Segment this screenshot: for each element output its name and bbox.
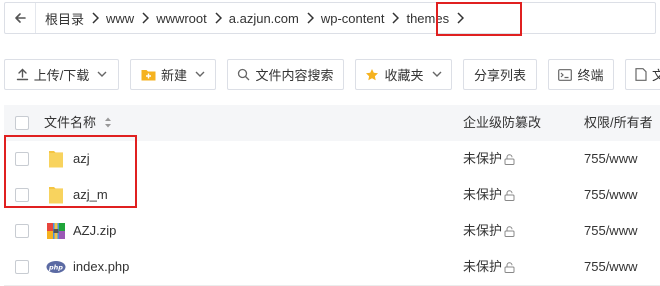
terminal-label: 终端: [577, 68, 604, 83]
protection-status[interactable]: 未保护: [463, 213, 515, 249]
breadcrumb-item-domain[interactable]: a.azjun.com: [225, 11, 303, 26]
chevron-right-icon: [303, 3, 317, 33]
folder-icon: [49, 187, 63, 204]
breadcrumb: 根目录 www wwwroot a.azjun.com wp-content t…: [4, 2, 656, 34]
column-header-protection: 企业级防篡改: [463, 115, 542, 130]
row-checkbox[interactable]: [15, 152, 29, 166]
favorites-label: 收藏夹: [384, 68, 424, 83]
lock-icon: [504, 225, 515, 237]
file-name[interactable]: AZJ.zip: [73, 213, 116, 249]
php-file-icon: php: [46, 261, 66, 273]
protection-status[interactable]: 未保护: [463, 249, 515, 285]
lock-icon: [504, 261, 515, 273]
terminal-icon: [558, 68, 573, 81]
table-row[interactable]: AZJ.zip 未保护 755/www: [4, 213, 660, 250]
table-row[interactable]: azj 未保护 755/www: [4, 141, 660, 178]
favorites-button[interactable]: 收藏夹: [355, 59, 452, 90]
protection-status[interactable]: 未保护: [463, 177, 515, 213]
select-all-checkbox[interactable]: [15, 116, 29, 130]
upload-download-button[interactable]: 上传/下载: [4, 59, 119, 90]
breadcrumb-item-www[interactable]: www: [102, 11, 138, 26]
breadcrumb-item-wp-content[interactable]: wp-content: [317, 11, 389, 26]
breadcrumb-item-root[interactable]: 根目录: [41, 9, 88, 28]
new-label: 新建: [160, 68, 187, 83]
file-name[interactable]: index.php: [73, 249, 129, 285]
chevron-down-icon: [432, 71, 442, 78]
permission-owner[interactable]: 755/www: [584, 213, 637, 249]
permission-owner[interactable]: 755/www: [584, 249, 637, 285]
chevron-down-icon: [195, 71, 205, 78]
column-header-permission: 权限/所有者: [584, 115, 653, 130]
back-button[interactable]: [5, 3, 36, 33]
more-button[interactable]: 文: [625, 59, 660, 90]
upload-download-label: 上传/下载: [33, 68, 90, 83]
share-list-button[interactable]: 分享列表: [463, 59, 537, 90]
chevron-right-icon: [211, 3, 225, 33]
new-folder-icon: [141, 68, 156, 81]
document-icon: [635, 68, 647, 81]
chevron-right-icon: [138, 3, 152, 33]
permission-owner[interactable]: 755/www: [584, 177, 637, 213]
row-checkbox[interactable]: [15, 224, 29, 238]
star-icon: [365, 68, 379, 82]
content-search-label: 文件内容搜索: [255, 68, 334, 83]
chevron-right-icon: [388, 3, 402, 33]
row-checkbox[interactable]: [15, 188, 29, 202]
column-header-name[interactable]: 文件名称: [44, 105, 96, 141]
table-row[interactable]: php index.php 未保护 755/www: [4, 249, 660, 286]
chevron-down-icon: [97, 71, 107, 78]
protection-status[interactable]: 未保护: [463, 141, 515, 177]
sort-icon[interactable]: [104, 116, 112, 132]
search-icon: [237, 68, 250, 81]
file-name[interactable]: azj: [73, 141, 90, 177]
lock-icon: [504, 189, 515, 201]
terminal-button[interactable]: 终端: [548, 59, 614, 90]
more-label: 文: [652, 65, 660, 84]
upload-icon: [16, 68, 29, 81]
chevron-right-icon: [453, 3, 467, 33]
row-checkbox[interactable]: [15, 260, 29, 274]
zip-archive-icon: [47, 223, 65, 239]
chevron-right-icon: [88, 3, 102, 33]
new-button[interactable]: 新建: [130, 59, 216, 90]
share-list-label: 分享列表: [473, 68, 526, 83]
permission-owner[interactable]: 755/www: [584, 141, 637, 177]
breadcrumb-item-themes[interactable]: themes: [402, 11, 453, 26]
lock-icon: [504, 153, 515, 165]
table-header: 文件名称 企业级防篡改 权限/所有者: [4, 105, 660, 142]
folder-icon: [49, 151, 63, 168]
file-name[interactable]: azj_m: [73, 177, 108, 213]
content-search-button[interactable]: 文件内容搜索: [227, 59, 344, 90]
table-row[interactable]: azj_m 未保护 755/www: [4, 177, 660, 214]
svg-text:php: php: [48, 264, 63, 272]
breadcrumb-item-wwwroot[interactable]: wwwroot: [152, 11, 211, 26]
toolbar: 上传/下载 新建 文件内容搜索 收藏夹 分享列表 终端 文: [0, 59, 660, 91]
arrow-left-icon: [15, 13, 26, 23]
